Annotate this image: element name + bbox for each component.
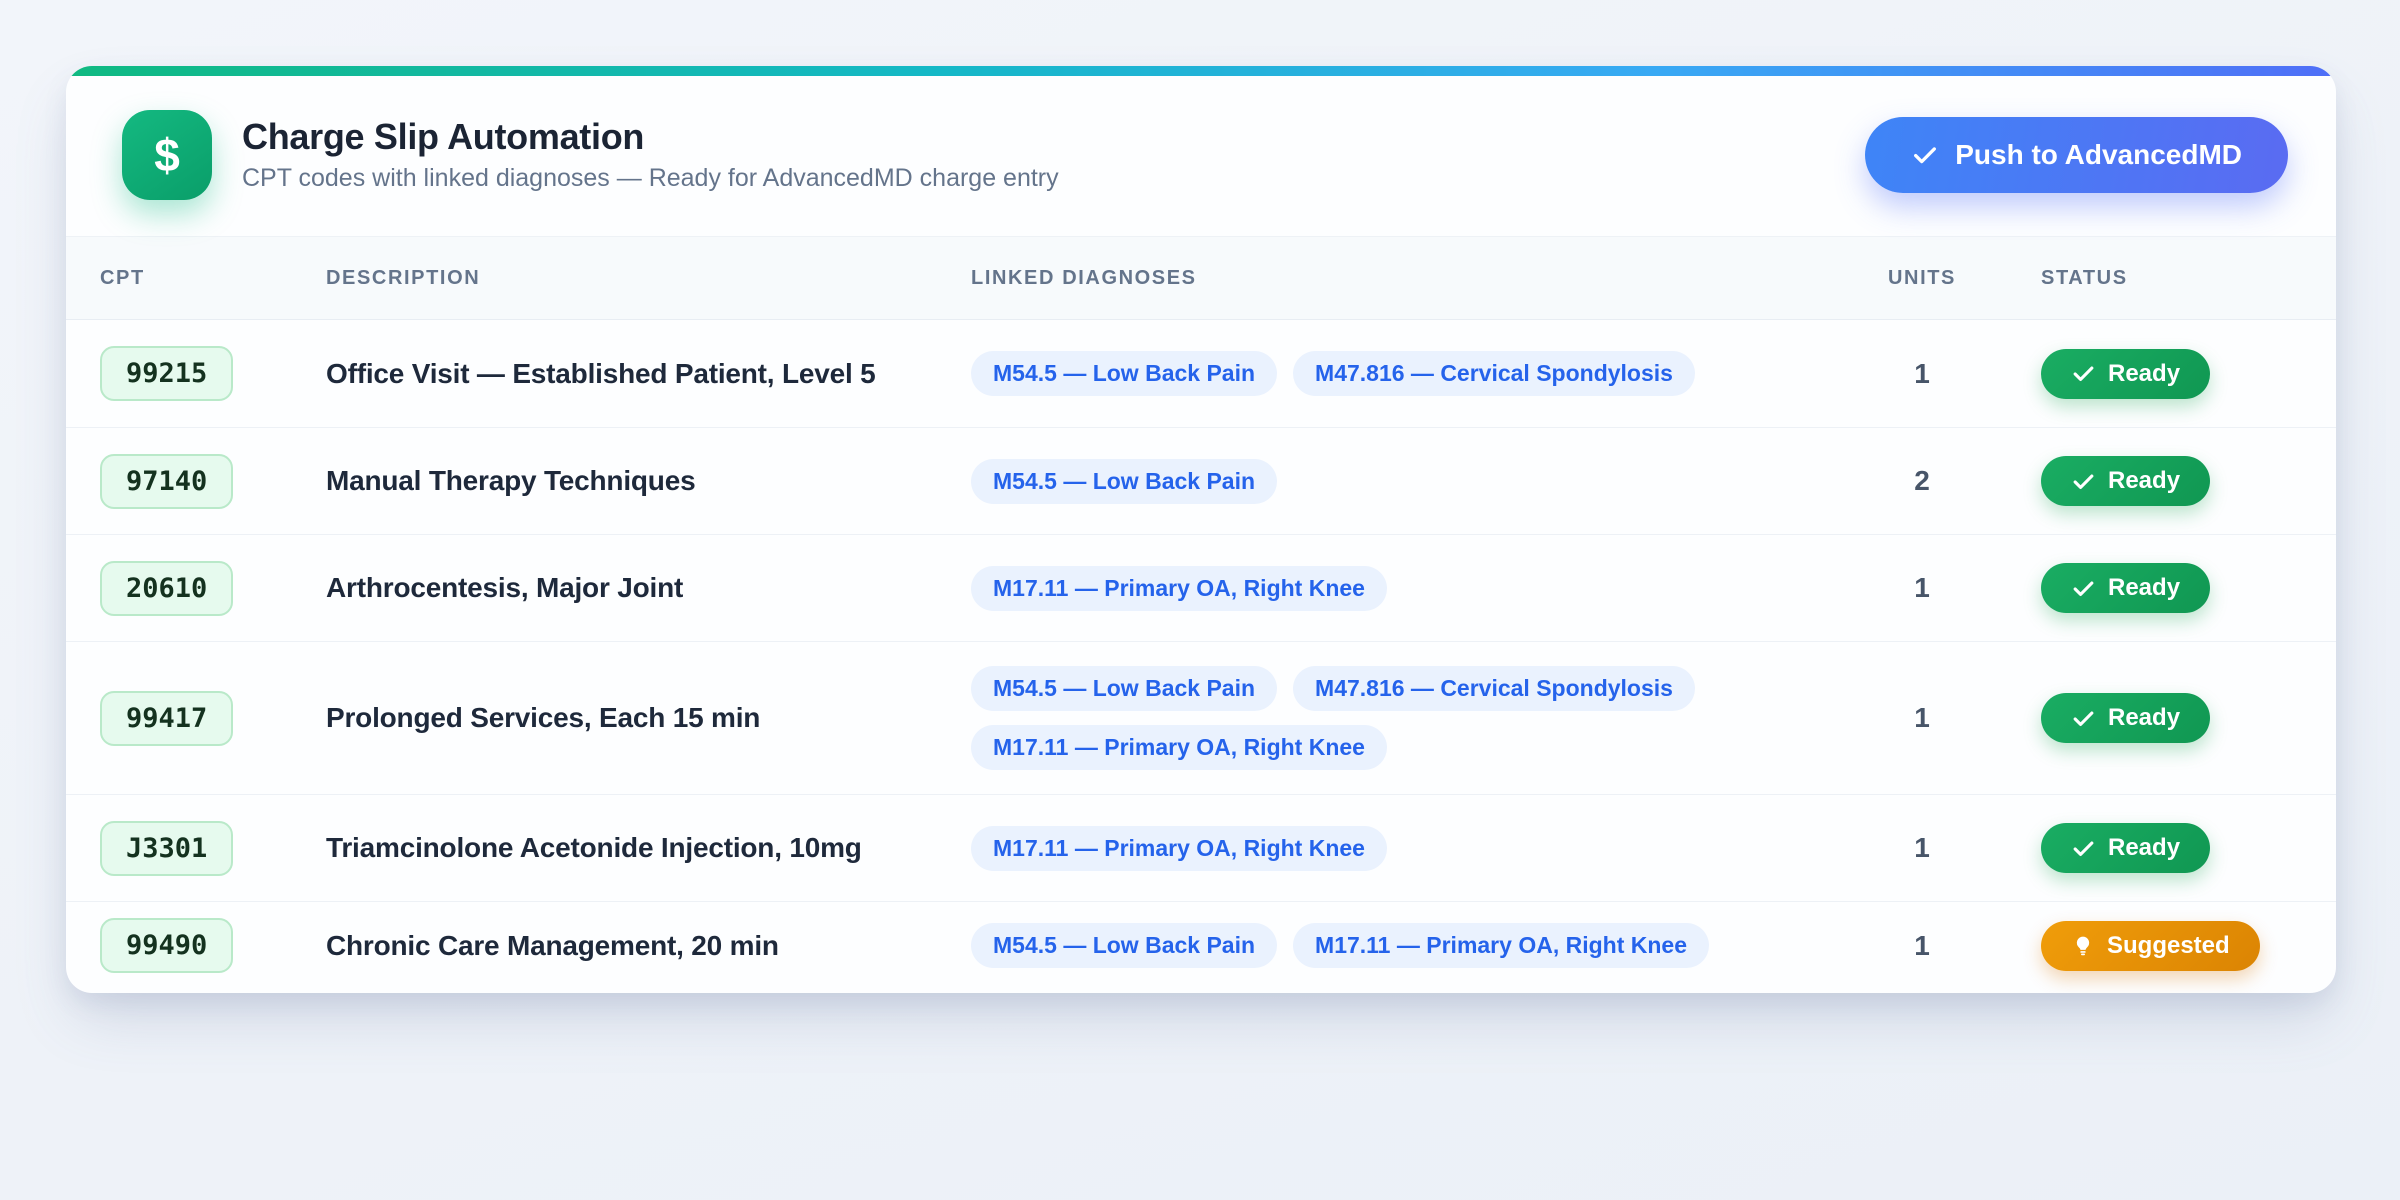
procedure-description: Arthrocentesis, Major Joint: [326, 572, 971, 604]
dollar-icon: $: [122, 110, 212, 200]
status-badge: Suggested: [2041, 921, 2260, 971]
cpt-code-pill: 99490: [100, 918, 233, 973]
table-header-row: CPT DESCRIPTION LINKED DIAGNOSES UNITS S…: [66, 236, 2336, 320]
check-icon: [2071, 576, 2096, 601]
check-icon: [2071, 469, 2096, 494]
procedure-description: Triamcinolone Acetonide Injection, 10mg: [326, 832, 971, 864]
cpt-cell: 99215: [100, 346, 326, 401]
column-header-description: DESCRIPTION: [326, 267, 971, 290]
status-badge-label: Ready: [2108, 467, 2180, 495]
linked-diagnoses-list: M17.11 — Primary OA, Right Knee: [971, 566, 1857, 611]
status-badge: Ready: [2041, 693, 2210, 743]
diagnosis-chip: M17.11 — Primary OA, Right Knee: [971, 566, 1387, 611]
cpt-cell: J3301: [100, 821, 326, 876]
column-header-units: UNITS: [1857, 267, 1987, 290]
linked-diagnoses-list: M54.5 — Low Back Pain M17.11 — Primary OA…: [971, 923, 1857, 968]
cpt-cell: 20610: [100, 561, 326, 616]
table-row: 99490 Chronic Care Management, 20 min M5…: [66, 901, 2336, 993]
procedure-description: Chronic Care Management, 20 min: [326, 930, 971, 962]
status-cell: Ready: [1987, 349, 2302, 399]
status-badge-label: Ready: [2108, 704, 2180, 732]
check-icon: [2071, 706, 2096, 731]
units-value: 1: [1857, 702, 1987, 734]
linked-diagnoses-list: M54.5 — Low Back Pain: [971, 459, 1857, 504]
units-value: 1: [1857, 832, 1987, 864]
table-row: J3301 Triamcinolone Acetonide Injection,…: [66, 794, 2336, 901]
diagnosis-chip: M54.5 — Low Back Pain: [971, 666, 1277, 711]
status-badge: Ready: [2041, 563, 2210, 613]
check-icon: [1911, 141, 1939, 169]
charge-slip-card: $ Charge Slip Automation CPT codes with …: [66, 66, 2336, 993]
accent-gradient-bar: [66, 66, 2336, 76]
page-subtitle: CPT codes with linked diagnoses — Ready …: [242, 164, 1059, 193]
status-cell: Ready: [1987, 563, 2302, 613]
status-badge: Ready: [2041, 349, 2210, 399]
diagnosis-chip: M17.11 — Primary OA, Right Knee: [971, 826, 1387, 871]
status-cell: Ready: [1987, 823, 2302, 873]
column-header-status: STATUS: [1987, 267, 2302, 290]
cpt-cell: 99417: [100, 691, 326, 746]
status-badge-label: Suggested: [2107, 932, 2230, 960]
diagnosis-chip: M54.5 — Low Back Pain: [971, 351, 1277, 396]
units-value: 1: [1857, 930, 1987, 962]
linked-diagnoses-list: M54.5 — Low Back Pain M47.816 — Cervical …: [971, 666, 1857, 770]
status-cell: Ready: [1987, 456, 2302, 506]
procedure-description: Office Visit — Established Patient, Leve…: [326, 358, 971, 390]
status-badge-label: Ready: [2108, 834, 2180, 862]
column-header-linked-diagnoses: LINKED DIAGNOSES: [971, 267, 1857, 290]
diagnosis-chip: M54.5 — Low Back Pain: [971, 459, 1277, 504]
units-value: 1: [1857, 358, 1987, 390]
page-title: Charge Slip Automation: [242, 117, 1059, 157]
procedure-description: Manual Therapy Techniques: [326, 465, 971, 497]
check-icon: [2071, 361, 2096, 386]
table-row: 20610 Arthrocentesis, Major Joint M17.11…: [66, 534, 2336, 641]
column-header-cpt: CPT: [100, 267, 326, 290]
status-badge-label: Ready: [2108, 360, 2180, 388]
header-titles: Charge Slip Automation CPT codes with li…: [242, 117, 1059, 194]
table-row: 99215 Office Visit — Established Patient…: [66, 320, 2336, 427]
diagnosis-chip: M17.11 — Primary OA, Right Knee: [1293, 923, 1709, 968]
push-to-advancedmd-button[interactable]: Push to AdvancedMD: [1865, 117, 2288, 193]
status-badge-label: Ready: [2108, 574, 2180, 602]
status-badge: Ready: [2041, 823, 2210, 873]
check-icon: [2071, 836, 2096, 861]
bulb-icon: [2071, 934, 2095, 958]
diagnosis-chip: M17.11 — Primary OA, Right Knee: [971, 725, 1387, 770]
linked-diagnoses-list: M17.11 — Primary OA, Right Knee: [971, 826, 1857, 871]
linked-diagnoses-list: M54.5 — Low Back Pain M47.816 — Cervical …: [971, 351, 1857, 396]
cpt-cell: 97140: [100, 454, 326, 509]
cpt-code-pill: J3301: [100, 821, 233, 876]
push-button-label: Push to AdvancedMD: [1955, 139, 2242, 171]
diagnosis-chip: M47.816 — Cervical Spondylosis: [1293, 666, 1695, 711]
cpt-code-pill: 97140: [100, 454, 233, 509]
cpt-code-pill: 20610: [100, 561, 233, 616]
status-cell: Ready: [1987, 693, 2302, 743]
card-header: $ Charge Slip Automation CPT codes with …: [66, 76, 2336, 236]
cpt-cell: 99490: [100, 918, 326, 973]
status-cell: Suggested: [1987, 921, 2302, 971]
procedure-description: Prolonged Services, Each 15 min: [326, 702, 971, 734]
units-value: 1: [1857, 572, 1987, 604]
cpt-code-pill: 99215: [100, 346, 233, 401]
dollar-glyph: $: [154, 128, 180, 182]
units-value: 2: [1857, 465, 1987, 497]
table-body: 99215 Office Visit — Established Patient…: [66, 320, 2336, 993]
status-badge: Ready: [2041, 456, 2210, 506]
cpt-code-pill: 99417: [100, 691, 233, 746]
table-row: 97140 Manual Therapy Techniques M54.5 — …: [66, 427, 2336, 534]
table-row: 99417 Prolonged Services, Each 15 min M5…: [66, 641, 2336, 794]
diagnosis-chip: M47.816 — Cervical Spondylosis: [1293, 351, 1695, 396]
diagnosis-chip: M54.5 — Low Back Pain: [971, 923, 1277, 968]
